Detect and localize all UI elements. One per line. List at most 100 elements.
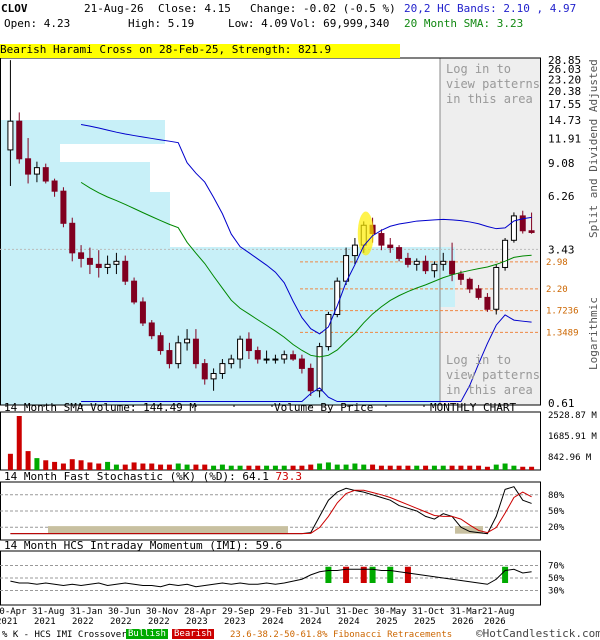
volume-bar bbox=[334, 464, 340, 470]
volume-bar bbox=[361, 464, 367, 470]
imi-signal-bar bbox=[502, 566, 509, 583]
candle-body bbox=[78, 252, 85, 259]
crossover-legend: % K - HCS IMI Crossover, bbox=[2, 630, 133, 640]
candle-body bbox=[219, 363, 226, 374]
candle-body bbox=[16, 120, 23, 160]
stoch-k: 64.1 bbox=[242, 470, 269, 483]
candle-body bbox=[245, 338, 252, 352]
fib-legend: 23.6-38.2-50-61.8% Fibonacci Retracement… bbox=[230, 630, 453, 640]
fib-tick-label: 2.20 bbox=[546, 285, 568, 295]
login-line: view patterns bbox=[446, 368, 540, 382]
candle-body bbox=[351, 244, 358, 257]
candle-body bbox=[7, 120, 14, 151]
volume: Vol: 69,999,340 bbox=[290, 17, 390, 30]
side-label-log: Logarithmic bbox=[587, 297, 600, 370]
imi-signal-bar bbox=[387, 566, 394, 583]
login-overlay-bottom[interactable]: Log in to view patterns in this area bbox=[446, 353, 540, 398]
volume-bar bbox=[343, 464, 349, 470]
volume-bar bbox=[131, 462, 137, 470]
volume-bar bbox=[78, 460, 84, 470]
candle-body bbox=[422, 260, 429, 272]
volume-bar bbox=[423, 465, 429, 470]
stoch-tick-label: 50% bbox=[548, 507, 565, 517]
price-tick-label: 14.73 bbox=[548, 114, 581, 127]
candle-body bbox=[237, 338, 244, 360]
candle-body bbox=[413, 260, 420, 265]
low: Low: 4.09 bbox=[228, 17, 288, 30]
volume-bar bbox=[52, 461, 58, 470]
x-tick-label: 30-Apr bbox=[0, 607, 27, 617]
stoch-oversold-zone bbox=[48, 526, 288, 534]
volume-bar bbox=[387, 465, 393, 470]
candle-body bbox=[95, 263, 102, 268]
bearish-legend: Bearish bbox=[172, 629, 214, 639]
volume-bar bbox=[529, 466, 535, 470]
x-tick-label: 31-Mar bbox=[450, 607, 483, 617]
stoch-prefix: 14 Month Fast Stochastic (%K) (%D): bbox=[4, 470, 236, 483]
volume-bar bbox=[502, 463, 508, 470]
volume-bar bbox=[405, 465, 411, 470]
candle-body bbox=[475, 288, 482, 298]
candle-body bbox=[69, 222, 76, 254]
volume-bar bbox=[484, 466, 490, 470]
pattern-highlight bbox=[357, 211, 374, 256]
candle-body bbox=[281, 354, 288, 360]
candle-body bbox=[440, 260, 447, 265]
volume-bar bbox=[43, 460, 49, 470]
vbp-bar bbox=[0, 247, 455, 307]
candle-body bbox=[449, 260, 456, 275]
volume-bar bbox=[69, 459, 75, 470]
imi-signal-bar bbox=[404, 566, 411, 583]
date: 21-Aug-26 bbox=[84, 2, 144, 15]
candle-body bbox=[166, 350, 173, 365]
x-tick-label: 30-May bbox=[374, 607, 407, 617]
fib-tick-label: 2.98 bbox=[546, 258, 568, 268]
candle-body bbox=[466, 278, 473, 290]
volume-bar bbox=[317, 463, 323, 470]
imi-signal-bar bbox=[325, 566, 332, 583]
volume-bar bbox=[16, 416, 22, 470]
imi-tick-label: 50% bbox=[548, 574, 565, 584]
candle-body bbox=[457, 273, 464, 280]
volume-bar bbox=[440, 465, 446, 470]
volume-bar bbox=[520, 466, 526, 470]
volume-label: 14 Month SMA Volume: 144.49 M bbox=[4, 401, 197, 414]
volume-bar bbox=[511, 465, 517, 470]
volume-bar bbox=[370, 464, 376, 470]
candle-body bbox=[192, 338, 199, 365]
price-tick-label: 20.38 bbox=[548, 85, 581, 98]
side-label-adjusted: Split and Dividend Adjusted bbox=[587, 59, 600, 238]
volume-bar bbox=[34, 458, 40, 470]
candle-body bbox=[25, 158, 32, 175]
volume-bar bbox=[431, 465, 437, 470]
open: Open: 4.23 bbox=[4, 17, 71, 30]
login-overlay-top[interactable]: Log in to view patterns in this area bbox=[446, 62, 540, 107]
candle-body bbox=[528, 230, 535, 233]
x-tick-label: 2022 bbox=[72, 617, 94, 627]
volume-bar bbox=[378, 465, 384, 470]
candle-body bbox=[210, 372, 217, 380]
candle-body bbox=[502, 239, 509, 268]
x-tick-label: 2025 bbox=[414, 617, 436, 627]
imi-tick-label: 70% bbox=[548, 562, 565, 572]
symbol: CLOV bbox=[1, 2, 28, 15]
x-tick-label: 31-Oct bbox=[412, 607, 445, 617]
x-tick-label: 2021 bbox=[34, 617, 56, 627]
candle-body bbox=[86, 257, 93, 265]
copyright[interactable]: ©HotCandlestick.com bbox=[476, 628, 600, 640]
x-tick-label: 29-Sep bbox=[222, 607, 255, 617]
volume-bar bbox=[7, 453, 13, 470]
candle-body bbox=[510, 215, 517, 241]
candle-body bbox=[307, 367, 314, 392]
sma-label: 20 Month SMA: 3.23 bbox=[404, 17, 524, 30]
login-line: view patterns bbox=[446, 77, 540, 91]
x-tick-label: 31-Aug bbox=[32, 607, 65, 617]
vbp-label: Volume By Price bbox=[274, 401, 374, 414]
x-tick-label: 30-Jun bbox=[108, 607, 141, 617]
candle-body bbox=[396, 247, 403, 259]
volume-bar bbox=[476, 465, 482, 470]
volume-bar bbox=[458, 465, 464, 470]
volume-bar bbox=[25, 451, 31, 470]
price-tick-label: 9.08 bbox=[548, 157, 575, 170]
candle-body bbox=[113, 260, 120, 265]
